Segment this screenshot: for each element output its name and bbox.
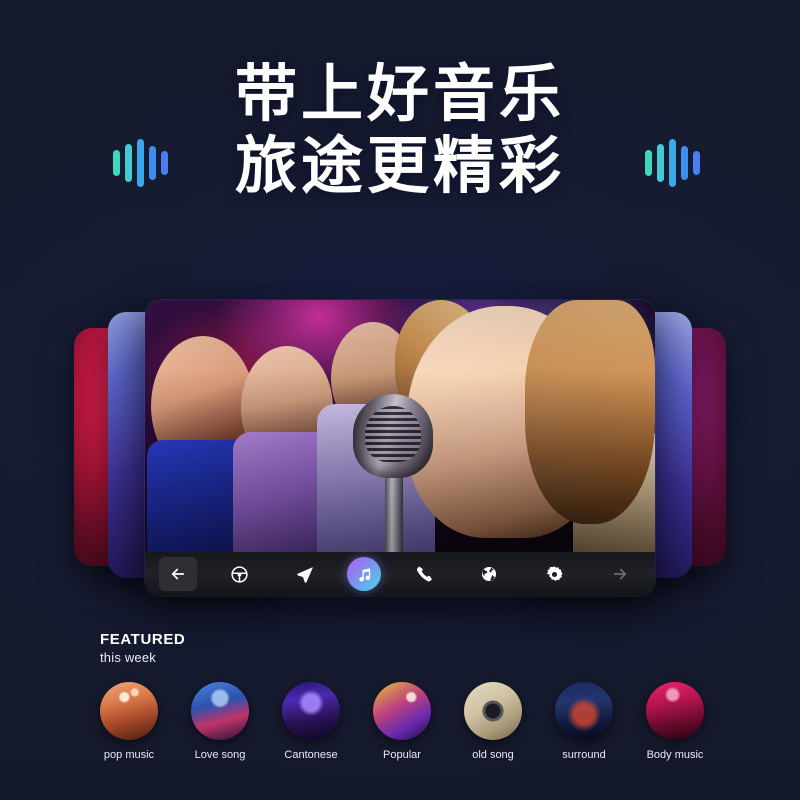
featured-section-heading: FEATURED this week (100, 631, 186, 665)
thumbnail-label: Love song (194, 749, 246, 761)
forward-arrow-icon (611, 565, 629, 583)
waveform-bar-2 (125, 144, 132, 182)
thumbnail-label: Body music (646, 749, 704, 761)
phone-icon (415, 565, 433, 583)
waveform-bar-5 (693, 151, 700, 175)
waveform-bar-4 (149, 146, 156, 180)
headline-line-1: 带上好音乐 (234, 60, 565, 129)
waveform-bar-2 (657, 144, 664, 182)
waveform-bar-5 (161, 151, 168, 175)
settings-button[interactable] (532, 552, 578, 596)
waveform-bar-4 (681, 146, 688, 180)
thumbnail-label: Cantonese (284, 749, 338, 761)
thumbnail-artwork (555, 682, 613, 740)
thumbnail-artwork (464, 682, 522, 740)
audio-waveform-right-icon (645, 135, 700, 191)
featured-thumbnail-row: pop music Love song Cantonese Popular old so… (92, 682, 712, 762)
audio-waveform-left-icon (113, 135, 168, 191)
gear-icon (545, 565, 564, 584)
featured-subtitle: this week (100, 649, 156, 665)
navigation-button[interactable] (282, 552, 328, 596)
featured-thumbnail[interactable]: pop music (92, 682, 166, 762)
photo-overlay (145, 300, 655, 552)
waveform-bar-3 (137, 139, 144, 187)
featured-thumbnail[interactable]: Cantonese (274, 682, 348, 762)
globe-icon (480, 565, 498, 583)
phone-button[interactable] (401, 552, 447, 596)
car-infotainment-screen[interactable] (145, 300, 655, 596)
waveform-bar-3 (669, 139, 676, 187)
back-button[interactable] (159, 557, 197, 591)
device-stage (0, 286, 800, 616)
featured-thumbnail[interactable]: old song (456, 682, 530, 762)
navigation-icon (295, 565, 314, 584)
thumbnail-artwork (282, 682, 340, 740)
featured-thumbnail[interactable]: Love song (183, 682, 257, 762)
car-button[interactable] (216, 552, 262, 596)
thumbnail-label: surround (562, 749, 606, 761)
promo-poster: 带上好音乐 旅途更精彩 FEATURED this week pop music… (0, 0, 800, 800)
featured-thumbnail[interactable]: Body music (638, 682, 712, 762)
browser-button[interactable] (466, 552, 512, 596)
screen-toolbar (145, 552, 655, 596)
thumbnail-label: pop music (103, 749, 155, 761)
featured-thumbnail[interactable]: Popular (365, 682, 439, 762)
thumbnail-artwork (100, 682, 158, 740)
waveform-bar-1 (113, 150, 120, 176)
music-note-icon (356, 566, 373, 583)
steering-wheel-icon (230, 565, 249, 584)
music-button[interactable] (347, 557, 382, 591)
thumbnail-label: Popular (383, 749, 421, 761)
screen-photo (145, 300, 655, 552)
featured-thumbnail[interactable]: surround (547, 682, 621, 762)
waveform-bar-1 (645, 150, 652, 176)
thumbnail-artwork (373, 682, 431, 740)
thumbnail-label: old song (472, 749, 514, 761)
thumbnail-artwork (191, 682, 249, 740)
featured-title: FEATURED (100, 631, 186, 648)
back-arrow-icon (169, 565, 187, 583)
thumbnail-artwork (646, 682, 704, 740)
forward-button[interactable] (597, 552, 643, 596)
